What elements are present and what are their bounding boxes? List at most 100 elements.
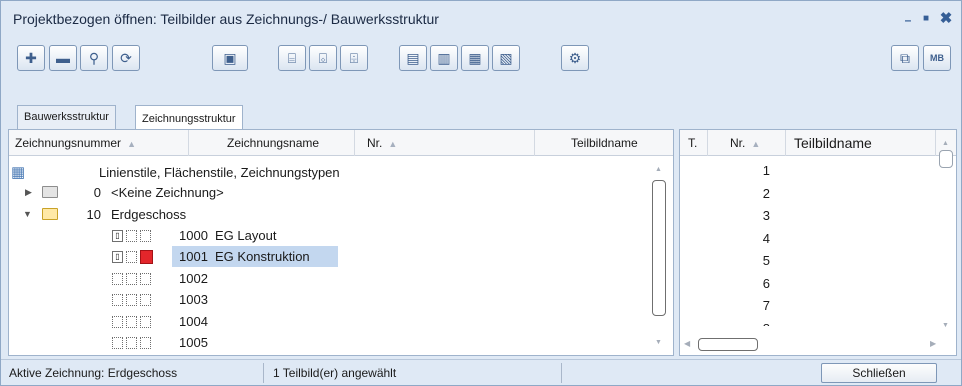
scroll-down-icon[interactable]: ▼ (655, 339, 662, 346)
list-item[interactable]: 1003 (9, 289, 649, 310)
scrollbar-thumb[interactable] (939, 150, 953, 168)
tree-folder-row[interactable]: ▶ 0 <Keine Zeichnung> (9, 182, 649, 203)
document-export-icon[interactable]: ▥ (430, 45, 458, 71)
list-item[interactable]: 5 (740, 250, 770, 273)
status-divider (561, 363, 562, 383)
column-header-nr[interactable]: Nr. ▲ (708, 130, 786, 156)
title-bar: Projektbezogen öffnen: Teilbilder aus Ze… (1, 1, 961, 37)
collapse-icon[interactable]: ▼ (23, 204, 32, 225)
scroll-down-icon[interactable]: ▼ (942, 322, 949, 329)
list-item[interactable]: 1004 (9, 311, 649, 332)
list-item[interactable]: 4 (740, 228, 770, 251)
tree-root-row[interactable]: ▦ Linienstile, Flächenstile, Zeichnungst… (11, 162, 651, 183)
list-item[interactable]: 1002 (9, 268, 649, 289)
column-header-t[interactable]: T. (680, 130, 708, 156)
close-icon[interactable]: ✖ (937, 10, 955, 28)
minimize-icon[interactable]: – (899, 11, 917, 29)
scroll-up-icon[interactable]: ▲ (942, 140, 949, 147)
item-number: 1001 (179, 249, 208, 264)
checkbox[interactable] (126, 337, 137, 349)
list-item[interactable]: ▯ 1000 EG Layout (9, 225, 649, 246)
item-number: 1002 (179, 271, 208, 286)
add-icon[interactable]: ✚ (17, 45, 45, 71)
checkbox[interactable] (126, 230, 137, 242)
window-title: Projektbezogen öffnen: Teilbilder aus Ze… (13, 11, 439, 27)
filter-folder-icon[interactable]: ⌺ (309, 45, 337, 71)
column-header-number[interactable]: Zeichnungsnummer ▲ (9, 130, 189, 156)
tree-folder-row[interactable]: ▼ 10 Erdgeschoss (9, 204, 649, 225)
search-icon[interactable]: ⚲ (80, 45, 108, 71)
vertical-scrollbar[interactable]: ▲ ▼ (938, 140, 956, 336)
remove-icon[interactable]: ▬ (49, 45, 77, 71)
scrollbar-thumb[interactable] (652, 180, 666, 316)
list-item[interactable]: 2 (740, 183, 770, 206)
page-icon[interactable]: ▯ (112, 230, 123, 242)
active-drawing-status: Aktive Zeichnung: Erdgeschoss (9, 366, 178, 380)
checkbox[interactable] (140, 294, 151, 306)
structure-icon[interactable]: ⧉ (891, 45, 919, 71)
scroll-left-icon[interactable]: ◀ (684, 339, 690, 348)
checkbox[interactable] (112, 316, 123, 328)
part-header: T. Nr. ▲ Teilbildname (680, 130, 956, 156)
refresh-icon[interactable]: ⟳ (112, 45, 140, 71)
scroll-up-icon[interactable]: ▲ (655, 166, 662, 173)
document-import-icon[interactable]: ▦ (461, 45, 489, 71)
column-header-part-name[interactable]: Teilbildname (535, 130, 673, 156)
horizontal-scrollbar[interactable]: ◀ ▶ (680, 336, 940, 354)
tab-bar: Bauwerksstruktur Zeichnungsstruktur (1, 101, 961, 134)
toolbar: ✚ ▬ ⚲ ⟳ ▣ ⌸ ⌺ ⌹ ▤ ▥ ▦ ▧ ⚙ ⧉ MB (1, 39, 961, 79)
open-folder-icon (42, 208, 58, 220)
list-item[interactable]: 1005 (9, 332, 649, 353)
checkbox[interactable] (126, 294, 137, 306)
settings-icon[interactable]: ⚙ (561, 45, 589, 71)
item-number: 1003 (179, 292, 208, 307)
maximize-icon[interactable]: ■ (917, 10, 935, 28)
document-icon[interactable]: ▤ (399, 45, 427, 71)
selection-status: 1 Teilbild(er) angewählt (273, 366, 397, 380)
list-item[interactable]: 6 (740, 273, 770, 296)
checkbox[interactable] (126, 251, 137, 263)
part-drawing-panel: T. Nr.▲ Teilbildname 1 2 3 4 5 6 7 8 ▲ ▼… (679, 129, 957, 356)
list-item[interactable]: 1 (740, 160, 770, 183)
scrollbar-thumb[interactable] (698, 338, 758, 351)
part-number-list: 1 2 3 4 5 6 7 8 (740, 160, 770, 326)
list-item[interactable]: 7 (740, 295, 770, 318)
status-divider (263, 363, 264, 383)
open-folder-icon[interactable]: ⌸ (278, 45, 306, 71)
checkbox[interactable] (112, 273, 123, 285)
expand-icon[interactable]: ▶ (25, 182, 32, 203)
item-name: EG Konstruktion (215, 249, 310, 264)
list-item[interactable]: 8 (740, 318, 770, 326)
checkbox[interactable] (140, 316, 151, 328)
vertical-scrollbar[interactable]: ▲ ▼ (651, 166, 669, 350)
list-item-selected[interactable]: ▯ 1001 EG Konstruktion (9, 246, 649, 267)
column-header-nr[interactable]: Nr. ▲ (355, 130, 535, 156)
list-item[interactable]: 3 (740, 205, 770, 228)
page-icon[interactable]: ▯ (112, 251, 123, 263)
checkbox[interactable] (140, 273, 151, 285)
checkbox[interactable] (140, 230, 151, 242)
folder-icon (42, 186, 58, 198)
document-delete-icon[interactable]: ▧ (492, 45, 520, 71)
checkbox[interactable] (112, 337, 123, 349)
folder-icon[interactable]: ⌹ (340, 45, 368, 71)
active-page-icon[interactable] (140, 250, 153, 264)
folder-number: 0 (93, 185, 101, 200)
item-name: EG Layout (215, 228, 277, 243)
tree-header: Zeichnungsnummer ▲ Zeichnungsname Nr. ▲ Te… (9, 130, 673, 156)
checkbox[interactable] (112, 294, 123, 306)
tab-bauwerksstruktur[interactable]: Bauwerksstruktur (17, 105, 116, 129)
column-header-part-name[interactable]: Teilbildname (786, 130, 936, 156)
checkbox[interactable] (126, 273, 137, 285)
item-number: 1004 (179, 314, 208, 329)
item-number: 1000 (179, 228, 208, 243)
close-button[interactable]: Schließen (821, 363, 937, 383)
floor-plan-icon[interactable]: ▣ (212, 45, 248, 71)
column-header-name[interactable]: Zeichnungsname (189, 130, 355, 156)
mb-icon[interactable]: MB (923, 45, 951, 71)
checkbox[interactable] (140, 337, 151, 349)
tree-root-label: Linienstile, Flächenstile, Zeichnungstyp… (99, 165, 340, 180)
status-bar: Aktive Zeichnung: Erdgeschoss 1 Teilbild… (1, 359, 961, 385)
scroll-right-icon[interactable]: ▶ (930, 339, 936, 348)
checkbox[interactable] (126, 316, 137, 328)
